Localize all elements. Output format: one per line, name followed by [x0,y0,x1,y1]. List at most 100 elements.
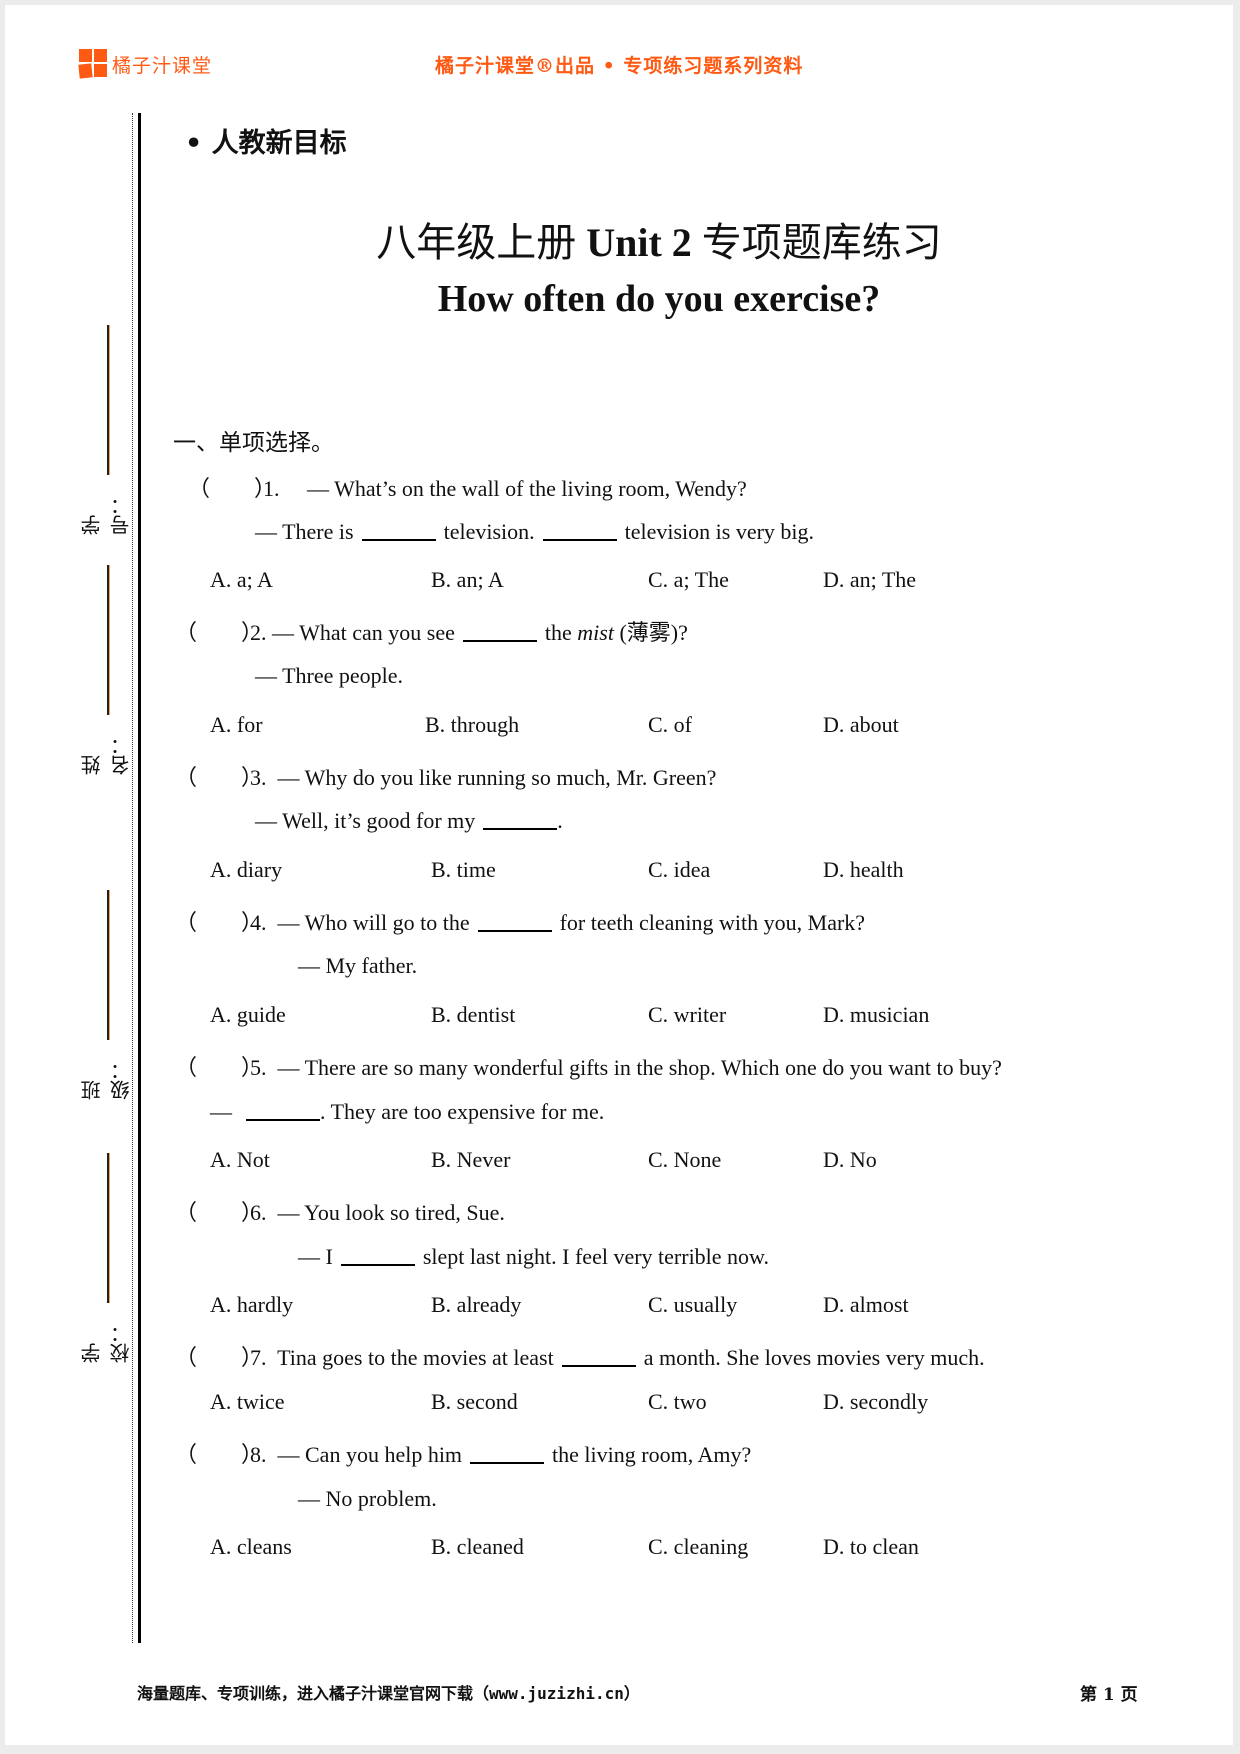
fill-blank [483,810,558,830]
question-text: — I [298,1244,333,1269]
answer-paren[interactable]: （ ） [175,905,263,937]
question-answer-line: — No problem. [298,1486,437,1511]
option-b: B. already [431,1292,522,1317]
side-field-label: 班级： [80,1060,133,1100]
option-c: C. a; The [648,567,729,592]
question-text: television. [443,519,535,544]
option-d: D. an; The [823,567,917,592]
question-text: for teeth cleaning with you, Mark? [559,910,866,935]
document-page: 橘子汁课堂 橘子汁课堂®出品 • 专项练习题系列资料 学号： 姓名： 班级： 学… [5,5,1233,1745]
option-c: C. two [648,1389,707,1414]
option-a: A. cleans [210,1534,292,1559]
option-a: A. hardly [210,1292,294,1317]
option-d: D. health [823,857,904,882]
question-text: the [544,620,572,645]
option-a: A. guide [210,1002,286,1027]
option-d: D. almost [823,1292,909,1317]
option-b: B. Never [431,1147,511,1172]
question-number: 1. [263,476,280,501]
question-number: 2. [250,620,267,645]
option-a: A. diary [210,857,283,882]
option-c: C. of [648,712,692,737]
option-c: C. writer [648,1002,727,1027]
question-answer-line: — Three people. [255,663,404,688]
question-text: — What’s on the wall of the living room,… [307,476,747,501]
answer-paren[interactable]: （ ） [175,1340,263,1372]
footer-promo: 海量题库、专项训练，进入橘子汁课堂官网下载（www.juzizhi.cn） [137,1684,640,1703]
answer-paren[interactable]: （ ） [175,615,263,647]
option-c: C. cleaning [648,1534,749,1559]
question-text: . They are too expensive for me. [320,1099,605,1124]
page-number: 第 1 页 [1080,1685,1138,1705]
binding-dotted-line [132,113,133,1643]
option-c: C. None [648,1147,722,1172]
option-c: C. idea [648,857,711,882]
question-text: the living room, Amy? [552,1442,752,1467]
fill-blank [542,521,617,541]
question-text: — [210,1099,232,1124]
option-c: C. usually [648,1292,738,1317]
option-b: B. an; A [431,567,504,592]
side-field-line [107,325,109,475]
option-b: B. second [431,1389,518,1414]
side-field-line [107,890,109,1040]
question-text: — What can you see [272,620,455,645]
question-text: — Who will go to the [277,910,470,935]
question-number: 4. [250,910,267,935]
question-text: — There is [255,519,354,544]
fill-blank [561,1347,636,1367]
fill-blank [246,1101,320,1121]
brand-name: 橘子汁课堂 [112,54,213,77]
option-d: D. musician [823,1002,930,1027]
option-b: B. cleaned [431,1534,524,1559]
question-number: 5. [250,1055,267,1080]
question-text: Tina goes to the movies at least [277,1345,554,1370]
header-title: 橘子汁课堂®出品 • 专项练习题系列资料 [435,55,804,77]
option-b: B. through [425,712,520,737]
fill-blank [340,1246,415,1266]
title-unit: Unit 2 [586,220,692,265]
answer-paren[interactable]: （ ） [175,1437,263,1469]
side-field-line [107,565,109,715]
title-grade: 八年级上册 [376,220,587,265]
option-a: A. for [210,712,263,737]
answer-paren[interactable]: （ ） [175,1050,263,1082]
question-text: television is very big. [624,519,815,544]
question-text: slept last night. I feel very terrible n… [422,1244,770,1269]
answer-paren[interactable]: （ ） [188,471,276,503]
answer-paren[interactable]: （ ） [175,760,263,792]
fill-blank [462,622,537,642]
question-number: 3. [250,765,267,790]
binding-solid-line [138,113,141,1643]
answer-paren[interactable]: （ ） [175,1195,263,1227]
option-d: D. to clean [823,1534,919,1559]
option-a: A. Not [210,1147,270,1172]
option-b: B. time [431,857,496,882]
question-gloss: (薄雾)? [619,620,688,645]
question-number: 6. [250,1200,267,1225]
fill-blank [361,521,436,541]
question-answer-line: — My father. [298,953,418,978]
question-text: . [557,808,563,833]
option-d: D. No [823,1147,877,1172]
side-field-label: 姓名： [80,735,133,775]
question-text: — Well, it’s good for my [255,808,476,833]
page-title: 八年级上册 Unit 2 专项题库练习 [5,210,1233,268]
option-a: A. twice [210,1389,285,1414]
question-text: — Why do you like running so much, Mr. G… [277,765,717,790]
side-field-label: 学号： [80,495,133,535]
side-field-label: 学校： [80,1323,133,1363]
fill-blank [477,912,552,932]
page-subtitle: How often do you exercise? [437,278,881,320]
option-d: D. about [823,712,899,737]
option-a: A. a; A [210,567,273,592]
fill-blank [470,1444,545,1464]
option-b: B. dentist [431,1002,516,1027]
question-text: — There are so many wonderful gifts in t… [277,1055,1002,1080]
side-field-line [107,1153,109,1303]
brand-logo-icon [78,49,109,79]
question-number: 7. [250,1345,267,1370]
question-number: 8. [250,1442,267,1467]
title-subject: 专项题库练习 [691,220,942,265]
brand-logo: 橘子汁课堂 [78,49,213,79]
